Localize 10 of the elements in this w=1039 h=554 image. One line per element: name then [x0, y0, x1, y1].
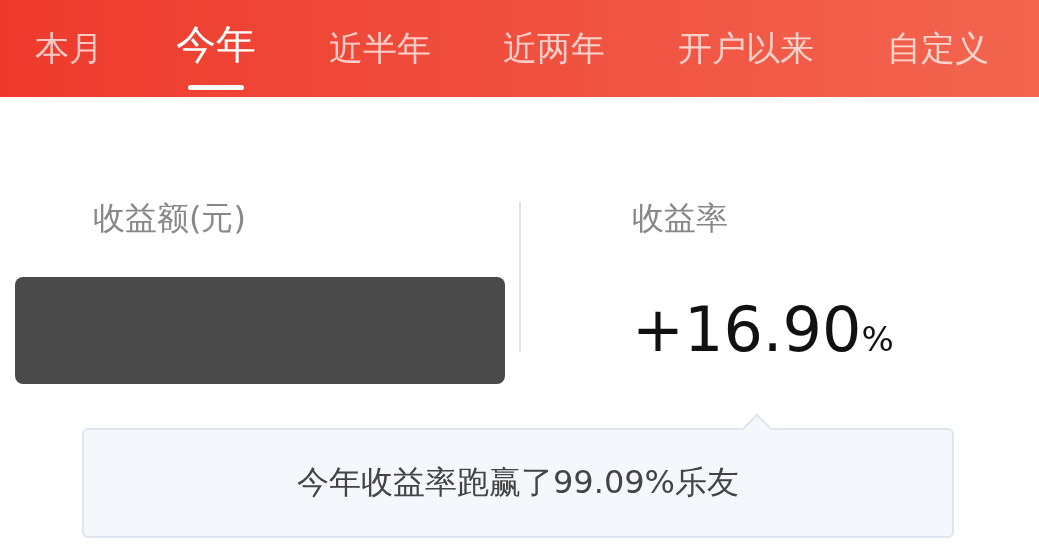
- period-tab[interactable]: 开户以来: [678, 11, 815, 86]
- rate-label: 收益率: [632, 198, 729, 239]
- rate-value: +16.90%: [632, 293, 894, 366]
- period-tab[interactable]: 今年: [175, 7, 256, 90]
- ranking-text: 今年收益率跑赢了99.09%乐友: [297, 462, 739, 503]
- period-tab[interactable]: 近半年: [328, 11, 431, 86]
- period-tab[interactable]: 近两年: [503, 11, 606, 86]
- period-tab[interactable]: 本月: [35, 11, 103, 86]
- amount-label: 收益额(元): [93, 198, 247, 239]
- period-tab[interactable]: 自定义: [887, 11, 989, 86]
